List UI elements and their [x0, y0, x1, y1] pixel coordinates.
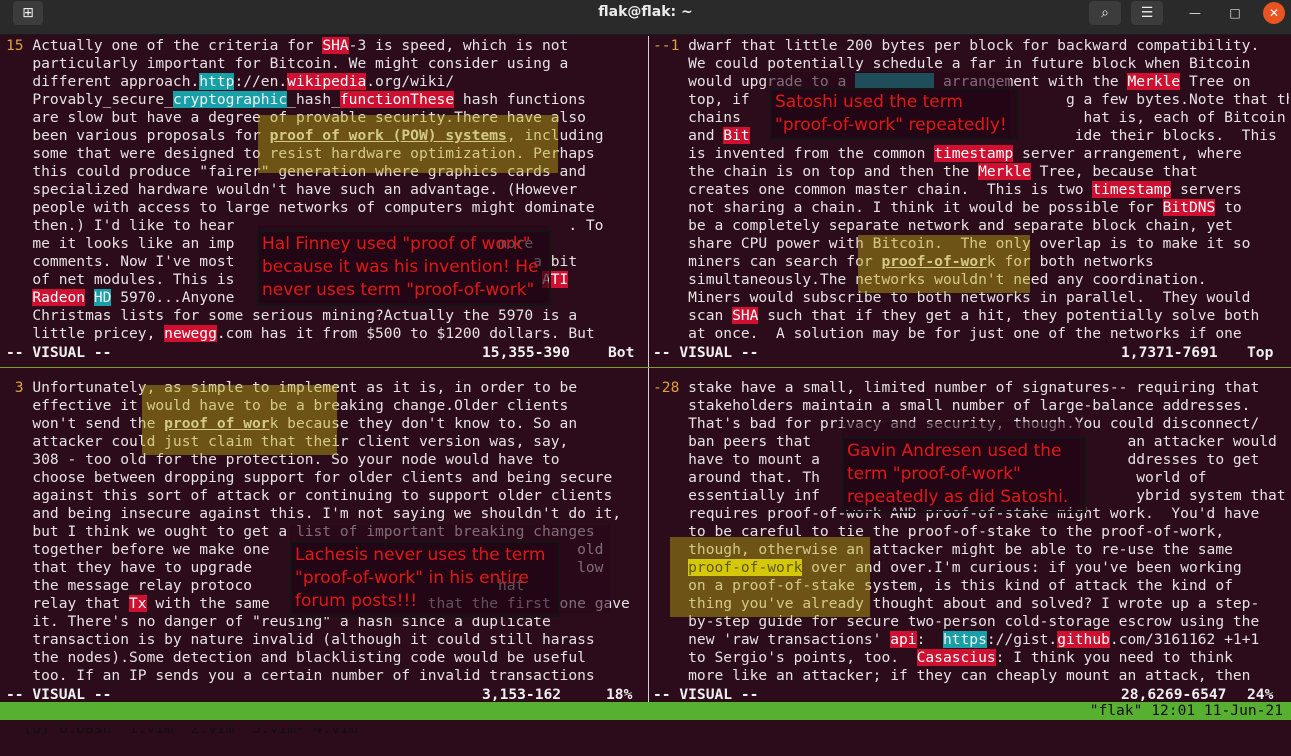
pane-divider-vertical[interactable]	[648, 36, 649, 702]
tmux-host-time: "flak" 12:01 11-Jun-21	[1089, 702, 1283, 719]
annotation-satoshi: Satoshi used the term "proof-of-work" re…	[770, 88, 1018, 140]
scroll-position: Bot	[608, 344, 635, 361]
yellow-highlight	[142, 385, 337, 455]
text-line: different approach.http://en.wikipedia.o…	[6, 73, 455, 90]
vim-mode-indicator: -- VISUAL --	[653, 344, 759, 361]
text-line: little pricey, newegg.com has it from $5…	[6, 325, 595, 342]
tmux-status-bar: [0] 0:bash 1:vim 2:vim 3:vim- 4:vim* "fl…	[0, 702, 1291, 737]
annotation-lachesis: Lachesis never uses the term "proof-of-w…	[290, 541, 560, 617]
text-line: at once. A solution may be for just one …	[653, 325, 1242, 342]
text-line: -28 stake have a small, limited number o…	[653, 379, 1260, 396]
text-line: creates one common master chain. This is…	[653, 181, 1242, 198]
pane-divider-horizontal[interactable]	[0, 367, 1291, 368]
text-line: Christmas lists for some serious mining?…	[6, 307, 578, 324]
text-line: choose between dropping support for olde…	[6, 469, 613, 486]
text-line: more like an attacker; if they can cheap…	[653, 667, 1251, 684]
cursor-position: 1,7371-7691	[1121, 344, 1218, 361]
text-line: people with access to large networks of …	[6, 199, 595, 216]
maximize-button[interactable]: □	[1224, 2, 1246, 24]
text-line: stakeholders maintain a small number of …	[653, 397, 1251, 414]
text-line: not sharing a chain. I think it would be…	[653, 199, 1242, 216]
text-line: We could potentially schedule a far in f…	[653, 55, 1251, 72]
vim-mode-indicator: -- VISUAL --	[6, 344, 112, 361]
terminal-titlebar: ⊞ flak@flak: ~ ⌕ ☰ — □ ✕	[0, 0, 1291, 35]
annotation-hal-finney: Hal Finney used "proof of work" because …	[257, 230, 551, 306]
text-line: specialized hardware wouldn't have such …	[6, 181, 578, 198]
search-icon[interactable]: ⌕	[1089, 1, 1121, 25]
text-line: --1 dwarf that little 200 bytes per bloc…	[653, 37, 1260, 54]
scroll-position: Top	[1247, 344, 1274, 361]
text-line: and being insecure against this. I'm not…	[6, 505, 622, 522]
text-line: 15 Actually one of the criteria for SHA-…	[6, 37, 569, 54]
text-line: to Sergio's points, too. Casascius: I th…	[653, 649, 1233, 666]
yellow-highlight	[858, 235, 1030, 293]
text-line: transaction is by nature invalid (althou…	[6, 631, 595, 648]
text-line: Provably_secure_cryptographic_hash_funct…	[6, 91, 586, 108]
text-line: particularly important for Bitcoin. We m…	[6, 55, 569, 72]
text-line: be a completely separate network and sep…	[653, 217, 1233, 234]
window-bottom-edge	[0, 720, 1291, 728]
close-button[interactable]: ✕	[1263, 2, 1285, 24]
yellow-highlight	[670, 537, 870, 617]
text-line: new 'raw transactions' api: https://gist…	[653, 631, 1260, 648]
text-line: against this sort of attack or continuin…	[6, 487, 613, 504]
hamburger-menu-icon[interactable]: ☰	[1131, 1, 1163, 25]
minimize-button[interactable]: —	[1184, 2, 1206, 24]
text-line: is invented from the common timestamp se…	[653, 145, 1242, 162]
text-line: the chain is on top and then the Merkle …	[653, 163, 1198, 180]
text-line: the nodes).Some detection and blacklisti…	[6, 649, 586, 666]
text-line: scan SHA such that if they get a hit, th…	[653, 307, 1260, 324]
text-line: too. If an IP sends you a certain number…	[6, 667, 595, 684]
annotation-gavin-andresen: Gavin Andresen used the term "proof-of-w…	[842, 437, 1086, 513]
yellow-highlight	[258, 115, 558, 173]
cursor-position: 15,355-390	[482, 344, 570, 361]
